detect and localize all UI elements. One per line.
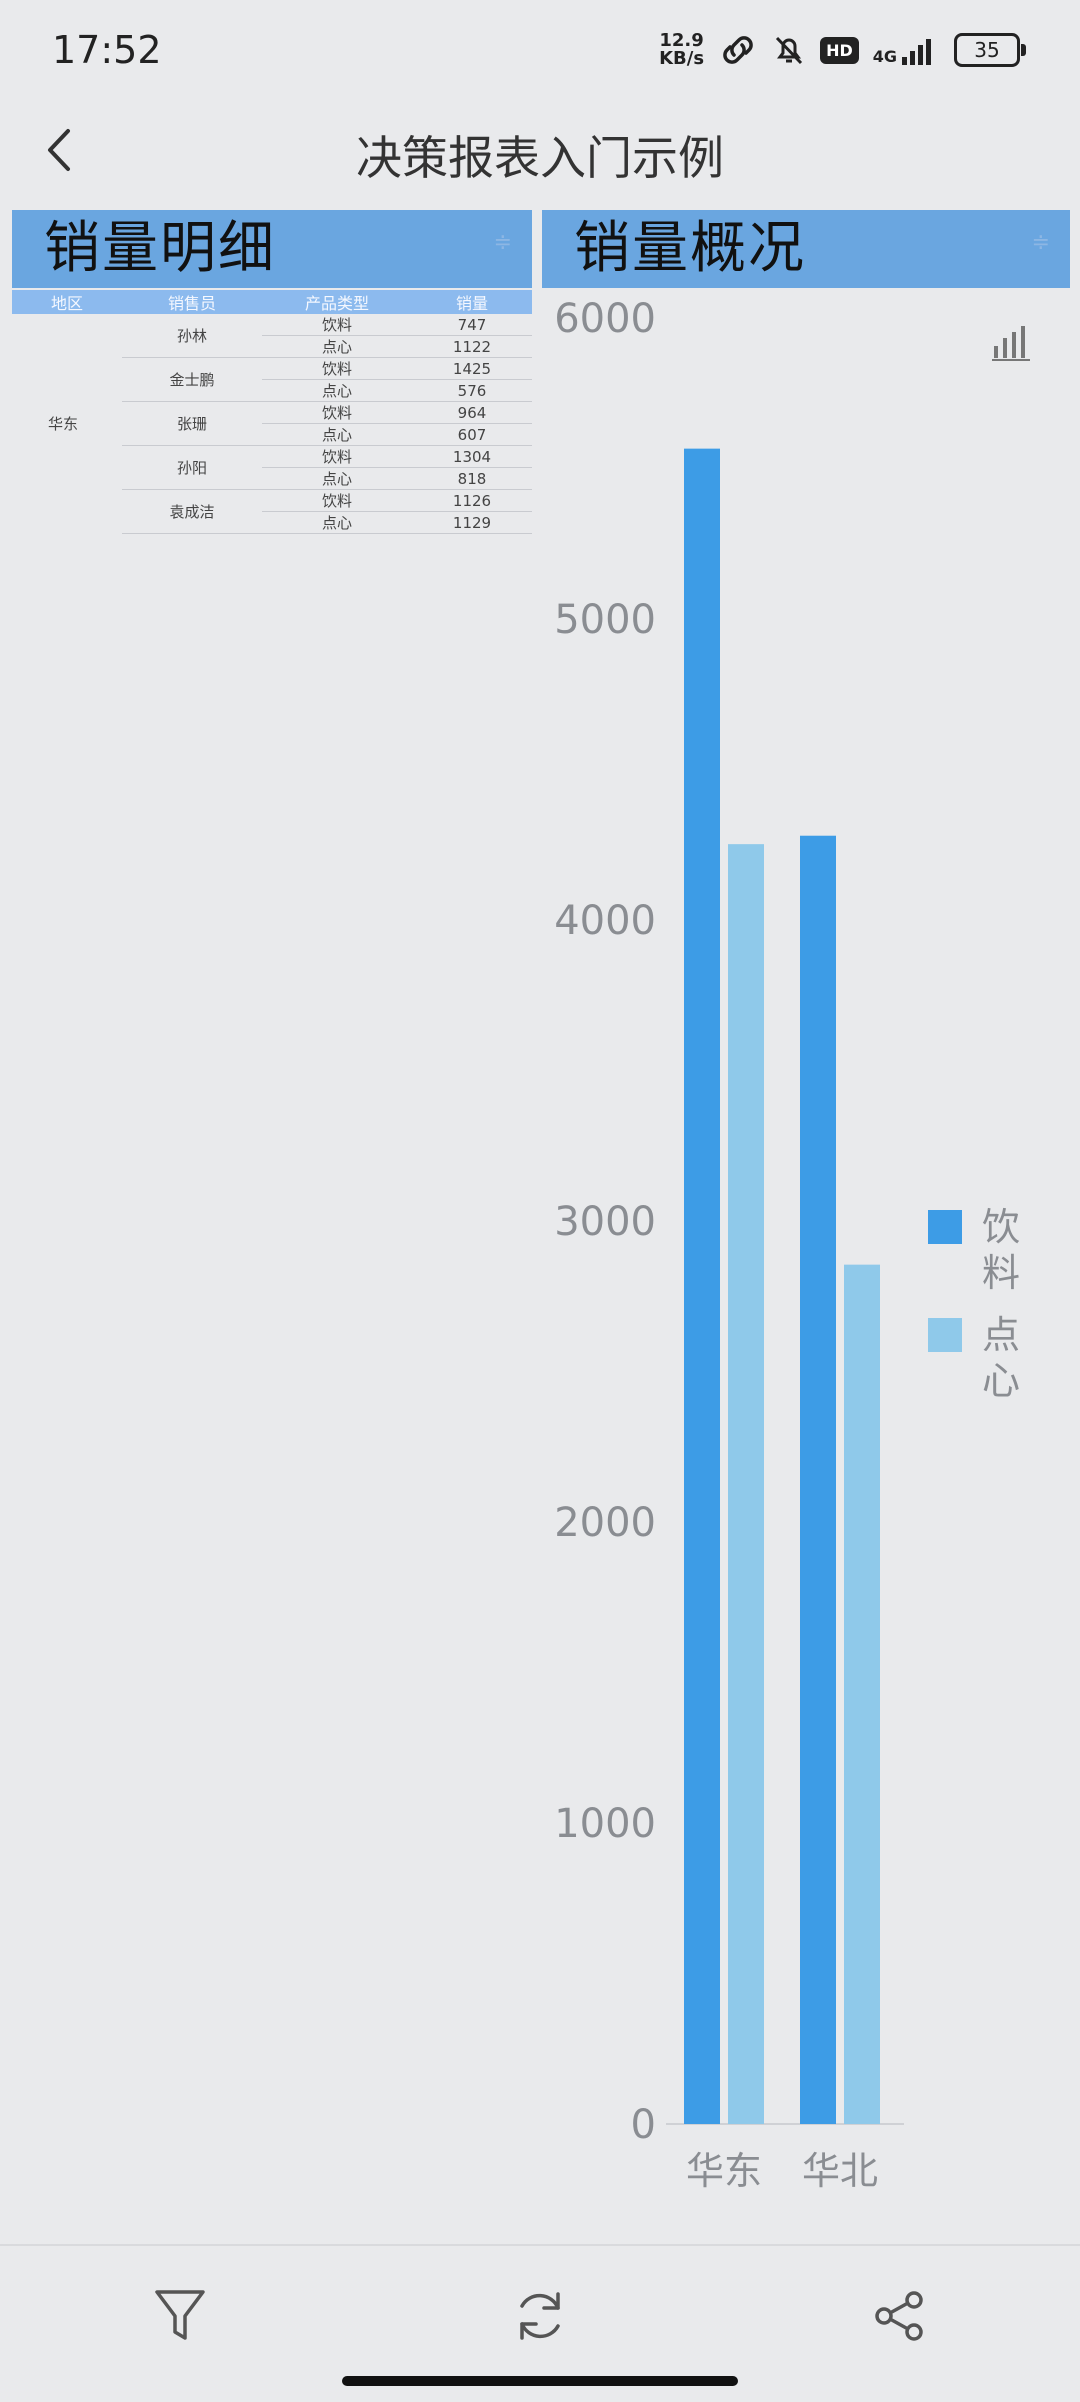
product-type-cell: 点心: [262, 467, 412, 490]
y-tick-label: 3000: [554, 1199, 656, 1245]
y-tick-label: 5000: [554, 597, 656, 643]
product-type-cell: 饮料: [262, 489, 412, 512]
product-type-cell: 饮料: [262, 445, 412, 468]
bar-drink: [684, 448, 720, 2124]
product-type-cell: 饮料: [262, 401, 412, 424]
sales-overview-header: 销量概况 ≑: [542, 210, 1070, 288]
column-header: 销量: [412, 290, 532, 314]
filter-icon: [155, 2290, 205, 2340]
region-cell: 华东: [48, 415, 79, 434]
y-tick-label: 2000: [554, 1500, 656, 1546]
product-type-cell: 点心: [262, 335, 412, 358]
seller-cell: 孙阳: [122, 445, 262, 490]
legend-label: 点心: [982, 1313, 1020, 1403]
product-type-cell: 饮料: [262, 314, 412, 336]
sales-overview-title: 销量概况: [574, 216, 806, 281]
y-tick-label: 4000: [554, 898, 656, 944]
seller-cell: 金士鹏: [122, 357, 262, 402]
title-bar: 决策报表入门示例: [0, 100, 1080, 200]
quantity-cell: 964: [412, 401, 532, 424]
quantity-cell: 576: [412, 379, 532, 402]
seller-cell: 张珊: [122, 401, 262, 446]
column-header: 产品类型: [262, 290, 412, 314]
seller-cell: 袁成洁: [122, 489, 262, 534]
status-time: 17:52: [52, 28, 162, 72]
quantity-cell: 1304: [412, 445, 532, 468]
share-button[interactable]: [860, 2276, 940, 2356]
network-speed: 12.9 KB/s: [659, 32, 704, 68]
product-type-cell: 点心: [262, 379, 412, 402]
filter-button[interactable]: [140, 2276, 220, 2356]
legend-swatch: [928, 1210, 962, 1244]
sales-detail-table: 地区 销售员 产品类型 销量 华东 孙林 饮料 747 点心 1122 金士鹏 …: [12, 290, 532, 534]
status-bar: 17:52 12.9 KB/s HD 4G 35: [0, 0, 1080, 100]
quantity-cell: 747: [412, 314, 532, 336]
seller-cell: 孙林: [122, 314, 262, 358]
hd-badge: HD: [820, 36, 859, 64]
product-type-cell: 饮料: [262, 357, 412, 380]
column-header: 地区: [12, 290, 122, 314]
link-icon: [723, 36, 753, 64]
bar-snack: [728, 844, 764, 2125]
page-title: 决策报表入门示例: [356, 131, 724, 185]
quantity-cell: 818: [412, 467, 532, 490]
column-header: 销售员: [122, 290, 262, 314]
y-tick-label: 0: [631, 2102, 656, 2148]
refresh-icon: [520, 2292, 560, 2340]
network-type: 4G: [872, 47, 897, 66]
sales-detail-title: 销量明细: [44, 216, 276, 281]
speed-unit: KB/s: [659, 48, 705, 69]
legend-swatch: [928, 1318, 962, 1352]
bell-muted-icon: [775, 36, 803, 65]
x-tick-label: 华东: [686, 2149, 762, 2193]
quantity-cell: 1129: [412, 511, 532, 534]
signal-icon: [902, 39, 931, 65]
quantity-cell: 1425: [412, 357, 532, 380]
status-icons: 12.9 KB/s HD 4G 35: [659, 28, 1026, 72]
y-tick-label: 1000: [554, 1801, 656, 1847]
home-indicator: [342, 2376, 738, 2386]
bar-snack: [844, 1264, 880, 2124]
y-tick-label: 6000: [554, 296, 656, 342]
table-header-row: 地区 销售员 产品类型 销量: [12, 290, 532, 314]
sales-overview-chart: 0 1000 2000 3000 4000 5000 6000 华东 华北 饮料点心: [554, 296, 1020, 2193]
x-tick-label: 华北: [802, 2149, 878, 2193]
more-icon[interactable]: ≑: [494, 230, 512, 255]
sales-detail-header: 销量明细 ≑: [12, 210, 532, 288]
cellular-signal: 4G: [873, 35, 940, 65]
bar-drink: [800, 835, 836, 2124]
refresh-button[interactable]: [500, 2276, 580, 2356]
product-type-cell: 点心: [262, 511, 412, 534]
table-row: 华东 孙林 饮料 747: [12, 314, 532, 433]
share-icon: [875, 2291, 923, 2341]
battery-indicator: 35: [954, 33, 1026, 67]
product-type-cell: 点心: [262, 423, 412, 446]
quantity-cell: 1126: [412, 489, 532, 512]
legend-label: 饮料: [982, 1205, 1020, 1295]
quantity-cell: 1122: [412, 335, 532, 358]
more-icon[interactable]: ≑: [1032, 230, 1050, 255]
quantity-cell: 607: [412, 423, 532, 446]
